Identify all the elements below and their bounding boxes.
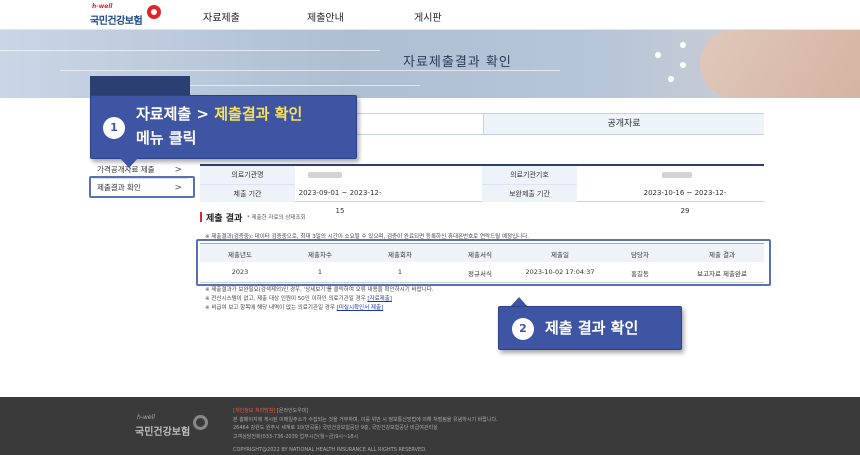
result-note-1: ※ 제출결과가 보완필요(검색제외)인 경우, '상세보기'를 클릭하여 오류 … [205,287,434,293]
decorative-line [0,50,380,51]
non-execution-confirm-link[interactable]: [미실시확인서 제출] [337,305,384,311]
sidebar-highlight-box [89,176,195,198]
hand-image [700,30,860,98]
period-label: 제출 기간 [200,184,295,202]
site-footer: h-well 국민건강보험 [개인정보 처리방침] [온라인도우미] 본 홈페이… [0,397,860,455]
heart-logo-icon [147,5,161,19]
org-name-label: 의료기관명 [200,166,295,184]
top-navigation-bar: h-well 국민건강보험 자료제출 제출안내 게시판 [0,0,860,30]
institution-info-table: 의료기관명 의료기관기호 제출 기간 2023-09-01 ~ 2023-12-… [200,164,764,215]
network-node-icon [680,42,686,48]
note3-text: ※ 비급여 보고 항목에 해당 내역이 없는 의료기관일 경우 [205,305,335,311]
footer-links: [개인정보 처리방침] [온라인도우미] [233,407,308,414]
callout-step-2: 2 제출 결과 확인 [498,306,682,350]
network-node-icon [655,52,661,58]
callout1-pointer [120,158,138,168]
network-node-icon [680,62,686,68]
redacted-org-name [308,172,342,178]
privacy-policy-link[interactable]: [개인정보 처리방침] [233,408,275,414]
callout1-yellow-text: 제출결과 확인 [214,105,303,123]
footer-logo-tagline: h-well [137,414,155,421]
callout1-white-text: 자료제출 > [136,105,215,123]
callout1-line1: 자료제출 > 제출결과 확인 [136,103,302,124]
submit-data-link[interactable]: [자료제출] [367,296,392,302]
redacted-org-code [662,172,692,178]
supplement-period-value: 2023-10-16 ~ 2023-12-29 [643,189,727,215]
step-number-badge: 1 [103,117,125,139]
online-help-link[interactable]: [온라인도우미] [277,408,309,414]
footer-logo-text: 국민건강보험 [135,427,191,438]
step-number-badge: 2 [512,318,534,340]
decorative-line [60,70,560,71]
logo-tagline: h-well [92,3,113,10]
callout1-line2: 메뉴 클릭 [136,129,197,147]
footer-copyright: COPYRIGHT@2022 BY NATIONAL HEALTH INSURA… [233,447,427,453]
supplement-period-label: 보완제출 기간 [482,184,577,202]
callout-step-1: 1 자료제출 > 제출결과 확인 메뉴 클릭 [90,95,357,159]
footer-line-1: 본 홈페이지에 게시된 이메일주소가 수집되는 것을 거부하며, 이를 위반 시… [233,417,498,423]
result-note-3: ※ 비급여 보고 항목에 해당 내역이 없는 의료기관일 경우 [미실시확인서 … [205,303,383,311]
nav-item-submit[interactable]: 자료제출 [203,9,240,24]
result-highlight-box [196,239,771,286]
page-title: 자료제출결과 확인 [403,55,512,70]
network-node-icon [668,76,674,82]
period-value: 2023-09-01 ~ 2023-12-15 [298,189,382,215]
tab-public-data[interactable]: 공개자료 [483,114,764,134]
footer-line-3: 고객상담전화(033-736-2039 업무시간(월~금)9시~18시 [233,434,359,440]
logo-text: 국민건강보험 [90,16,143,27]
footer-logo: h-well 국민건강보험 [135,414,215,440]
org-code-label: 의료기관기호 [482,166,577,184]
nav-item-board[interactable]: 게시판 [414,9,442,24]
footer-line-2: 26464 강원도 원주시 세계로 10(반곡동) 국민건강보험공단 9층, 국… [233,425,438,431]
result-section-title: 제출 결과 [200,211,242,224]
result-subtitle: * 제출한 자료의 상태조회 [247,215,306,221]
result-note-2: ※ 전산시스템이 없고, 제출 대상 인원이 50인 이하인 의료기관일 경우 … [205,294,392,302]
result-title-text: 제출 결과 [206,214,243,224]
note2-text: ※ 전산시스템이 없고, 제출 대상 인원이 50인 이하인 의료기관일 경우 [205,296,366,302]
title-marker-bar [200,212,202,222]
footer-heart-icon [193,415,208,430]
nav-item-guide[interactable]: 제출안내 [307,9,344,24]
site-logo[interactable]: h-well 국민건강보험 [90,3,161,27]
callout2-text: 제출 결과 확인 [545,319,639,337]
